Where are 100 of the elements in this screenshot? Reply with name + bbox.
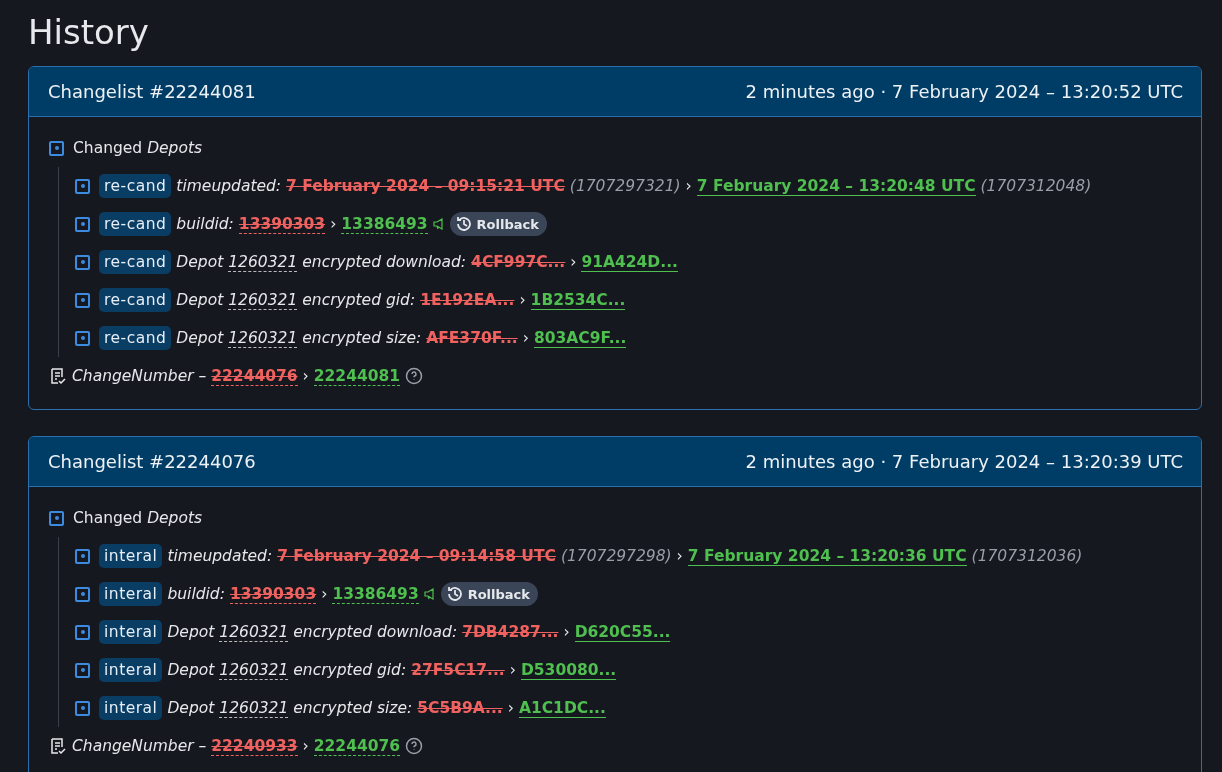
depot-label: Depot [167, 699, 215, 717]
arrow-separator: › [563, 623, 570, 641]
new-value: 22244076 [313, 736, 401, 756]
depot-label: Depot [167, 623, 215, 641]
tag-label: interal [99, 582, 163, 606]
depot-label: Depot [176, 253, 224, 271]
arrow-separator: › [330, 215, 337, 233]
changed-marker-icon [49, 140, 64, 156]
field-name: encrypted gid: [302, 291, 416, 309]
field-name: encrypted download: [302, 253, 467, 271]
new-value: 1B2534C... [530, 290, 626, 310]
old-value: 1E192EA... [420, 291, 515, 309]
depot-id-link[interactable]: 1260321 [228, 328, 298, 348]
arrow-separator: › [507, 699, 514, 717]
new-timestamp: (1707312048) [980, 177, 1092, 195]
old-value: 13390303 [229, 584, 317, 604]
change-number-label: ChangeNumber – [72, 367, 207, 385]
new-value: 7 February 2024 – 13:20:48 UTC [696, 176, 976, 196]
new-value: A1C1DC... [518, 698, 606, 718]
arrow-separator: › [522, 329, 529, 347]
new-value: 91A424D... [581, 252, 678, 272]
changed-marker-icon [75, 624, 90, 640]
field-name: encrypted size: [293, 699, 413, 717]
page-title: History [28, 12, 150, 52]
old-timestamp: (1707297298) [560, 547, 672, 565]
group-label: Changed Depots [73, 139, 203, 157]
tag-label: re-cand [99, 212, 172, 236]
new-value[interactable]: 13386493 [332, 584, 419, 604]
tag-label: interal [99, 620, 163, 644]
old-value: 13390303 [238, 214, 326, 234]
changed-marker-icon [75, 216, 90, 232]
depot-label: Depot [176, 329, 224, 347]
arrow-separator: › [509, 661, 516, 679]
megaphone-icon [432, 218, 445, 230]
new-value: 7 February 2024 – 13:20:36 UTC [687, 546, 967, 566]
tag-label: interal [99, 696, 163, 720]
changed-marker-icon [75, 330, 90, 346]
depot-id-link[interactable]: 1260321 [219, 622, 289, 642]
changelist-time: 2 minutes ago · 7 February 2024 – 13:20:52 UTC [745, 81, 1183, 102]
help-icon [405, 367, 424, 385]
tag-label: re-cand [99, 250, 172, 274]
old-value: 7DB4287... [462, 623, 559, 641]
old-value: 7 February 2024 – 09:14:58 UTC [277, 547, 556, 565]
changed-marker-icon [75, 292, 90, 308]
megaphone-icon [423, 588, 436, 600]
tag-label: re-cand [99, 174, 172, 198]
old-value: 4CF997C... [471, 253, 566, 271]
group-label: Changed Depots [73, 509, 203, 527]
field-name: encrypted size: [302, 329, 422, 347]
new-value: 803AC9F... [533, 328, 627, 348]
field-name: buildid: [176, 215, 234, 233]
new-value: 22244081 [313, 366, 401, 386]
changed-marker-icon [75, 586, 90, 602]
document-check-icon [49, 737, 67, 755]
changed-marker-icon [75, 700, 90, 716]
arrow-separator: › [302, 367, 309, 385]
depot-id-link[interactable]: 1260321 [219, 698, 289, 718]
depot-id-link[interactable]: 1260321 [228, 252, 298, 272]
depot-id-link[interactable]: 1260321 [228, 290, 298, 310]
document-check-icon [49, 367, 67, 385]
changed-marker-icon [75, 548, 90, 564]
old-value: 5C5B9A... [417, 699, 503, 717]
field-name: encrypted gid: [293, 661, 407, 679]
new-timestamp: (1707312036) [971, 547, 1083, 565]
arrow-separator: › [685, 177, 692, 195]
new-value: D620C55... [574, 622, 671, 642]
arrow-separator: › [321, 585, 328, 603]
changelist-title: Changelist #22244081 [48, 81, 256, 102]
help-icon [405, 737, 424, 755]
field-name: timeupdated: [167, 547, 273, 565]
arrow-separator: › [570, 253, 577, 271]
changed-marker-icon [75, 662, 90, 678]
new-value: D530080... [520, 660, 617, 680]
old-timestamp: (1707297321) [569, 177, 681, 195]
old-value: AFE370F... [426, 329, 518, 347]
changed-marker-icon [49, 510, 64, 526]
depot-id-link[interactable]: 1260321 [219, 660, 289, 680]
change-number-label: ChangeNumber – [72, 737, 207, 755]
new-value[interactable]: 13386493 [341, 214, 428, 234]
field-name: buildid: [167, 585, 225, 603]
old-value: 22240933 [211, 736, 298, 756]
depot-label: Depot [176, 291, 224, 309]
arrow-separator: › [302, 737, 309, 755]
rollback-button[interactable]: Rollback [440, 582, 538, 606]
rollback-button[interactable]: Rollback [449, 212, 547, 236]
field-name: timeupdated: [176, 177, 282, 195]
tag-label: re-cand [99, 326, 172, 350]
changed-marker-icon [75, 254, 90, 270]
changed-marker-icon [75, 178, 90, 194]
old-value: 27F5C17... [411, 661, 505, 679]
field-name: encrypted download: [293, 623, 458, 641]
arrow-separator: › [676, 547, 683, 565]
old-value: 7 February 2024 – 09:15:21 UTC [286, 177, 565, 195]
tag-label: interal [99, 658, 163, 682]
changelist-time: 2 minutes ago · 7 February 2024 – 13:20:39 UTC [745, 451, 1183, 472]
arrow-separator: › [519, 291, 526, 309]
changelist-title: Changelist #22244076 [48, 451, 256, 472]
tag-label: re-cand [99, 288, 172, 312]
depot-label: Depot [167, 661, 215, 679]
tag-label: interal [99, 544, 163, 568]
